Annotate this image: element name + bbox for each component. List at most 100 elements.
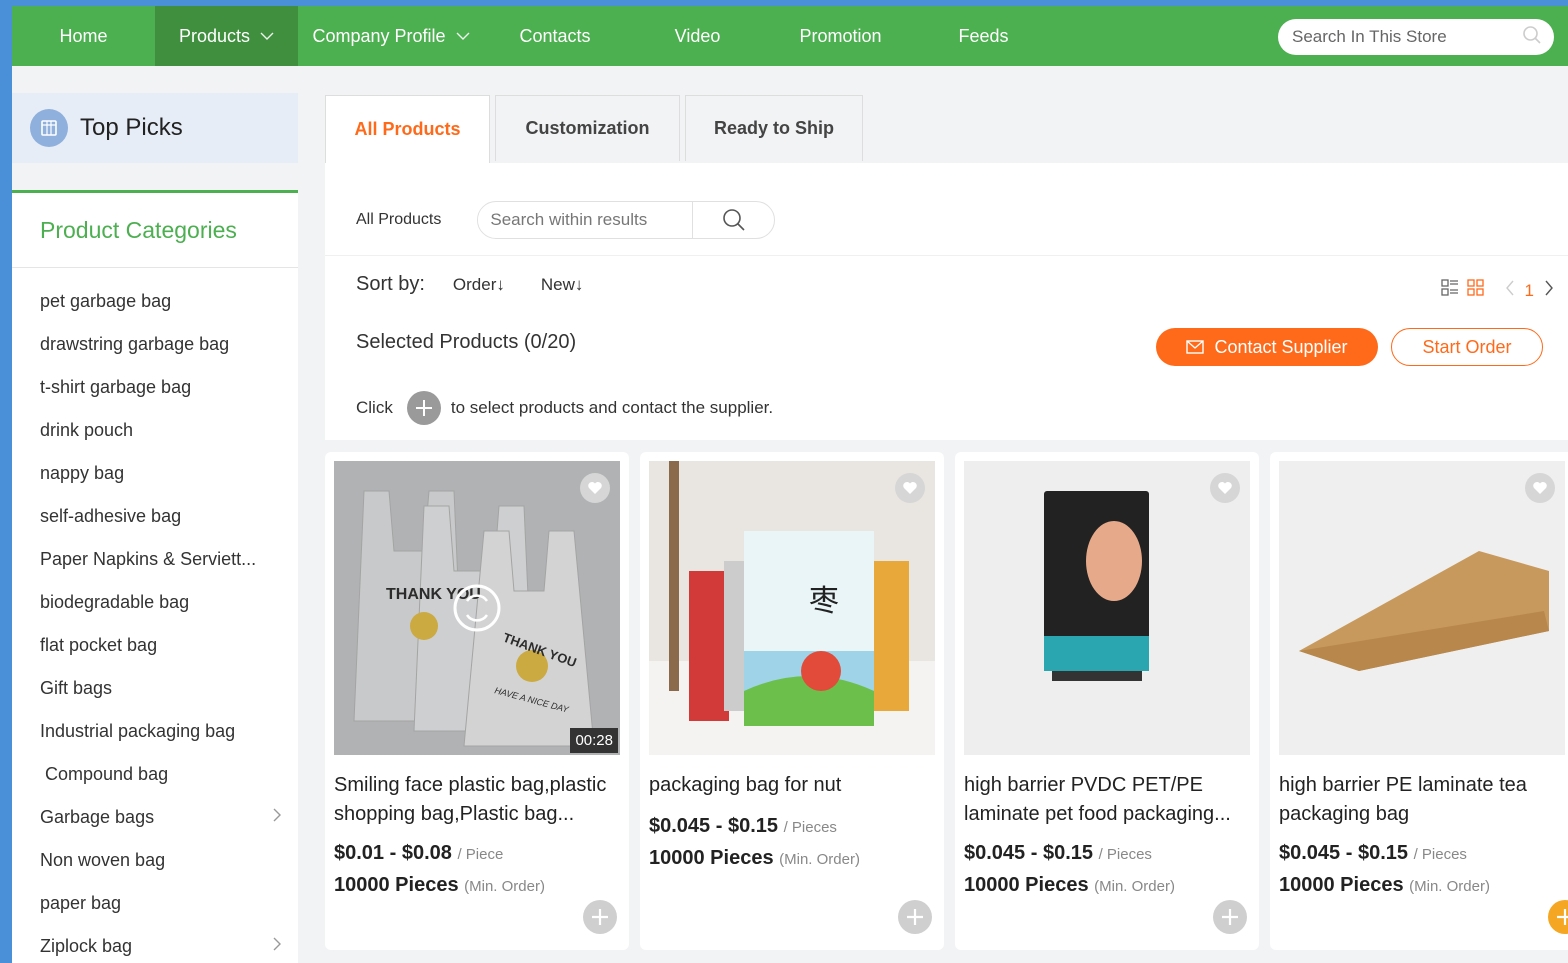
category-item[interactable]: Garbage bags [12, 796, 298, 839]
category-label: Garbage bags [40, 807, 155, 827]
sort-by-order[interactable]: Order↓ [453, 275, 505, 295]
start-order-button[interactable]: Start Order [1391, 328, 1543, 366]
nav-home-label: Home [59, 25, 108, 46]
selection-hint: Click to select products and contact the… [356, 391, 773, 425]
nav-video[interactable]: Video [626, 6, 769, 66]
category-item[interactable]: biodegradable bag [12, 581, 298, 624]
category-label: Ziplock bag [40, 936, 133, 956]
prev-page-icon[interactable] [1505, 279, 1515, 302]
heart-icon[interactable] [895, 473, 925, 503]
category-label: biodegradable bag [40, 592, 190, 612]
results-search-input[interactable] [478, 209, 693, 231]
nav-feeds[interactable]: Feeds [912, 6, 1055, 66]
tab-ready-to-ship[interactable]: Ready to Ship [685, 95, 863, 161]
category-item[interactable]: Compound bag [12, 753, 298, 796]
top-nav: Home Products Company Profile Contacts V… [12, 6, 1568, 66]
filter-scope-label: All Products [356, 211, 442, 228]
sort-by-new[interactable]: New↓ [541, 275, 584, 295]
tab-label: Customization [525, 118, 650, 138]
product-moq: 10000 Pieces (Min. Order) [964, 874, 1175, 897]
add-to-selection-button[interactable] [1548, 900, 1568, 934]
category-item[interactable]: Ziplock bag [12, 925, 298, 963]
nav-contacts[interactable]: Contacts [484, 6, 626, 66]
category-item[interactable]: drink pouch [12, 409, 298, 452]
product-card[interactable]: 枣 packaging bag for nut $0.045 - $0.15 /… [640, 452, 944, 950]
category-item[interactable]: Paper Napkins & Serviett... [12, 538, 298, 581]
search-icon[interactable] [1522, 25, 1542, 50]
product-price: $0.01 - $0.08 / Piece [334, 842, 503, 865]
product-image[interactable]: 枣 [649, 461, 935, 755]
list-view-icon[interactable] [1440, 279, 1459, 302]
grid-view-icon[interactable] [1466, 279, 1485, 302]
sort-label: Sort by: [356, 273, 425, 295]
category-label: t-shirt garbage bag [40, 377, 192, 397]
nav-contacts-label: Contacts [519, 25, 591, 46]
nav-products[interactable]: Products [155, 6, 298, 66]
moq-value: 10000 Pieces [334, 874, 459, 896]
product-categories-panel: Product Categories pet garbage bag draws… [12, 190, 298, 963]
price-range: $0.045 - $0.15 [649, 815, 778, 837]
price-range: $0.045 - $0.15 [964, 842, 1093, 864]
product-title[interactable]: Smiling face plastic bag,plastic shoppin… [334, 771, 624, 829]
top-picks-header[interactable]: Top Picks [12, 93, 298, 163]
category-item[interactable]: Non woven bag [12, 839, 298, 882]
chevron-right-icon[interactable] [272, 935, 282, 958]
start-order-label: Start Order [1422, 336, 1512, 357]
heart-icon[interactable] [580, 473, 610, 503]
nav-video-label: Video [674, 25, 721, 46]
nav-promotion[interactable]: Promotion [769, 6, 912, 66]
mail-icon [1186, 340, 1205, 354]
heart-icon[interactable] [1210, 473, 1240, 503]
moq-value: 10000 Pieces [1279, 874, 1404, 896]
product-card[interactable]: high barrier PVDC PET/PE laminate pet fo… [955, 452, 1259, 950]
product-title[interactable]: packaging bag for nut [649, 771, 939, 800]
product-price: $0.045 - $0.15 / Pieces [649, 815, 837, 838]
nav-company-profile[interactable]: Company Profile [298, 6, 484, 66]
search-icon[interactable] [692, 202, 774, 238]
hint-suffix: to select products and contact the suppl… [450, 398, 774, 417]
category-item[interactable]: flat pocket bag [12, 624, 298, 667]
category-label: self-adhesive bag [40, 506, 182, 526]
product-image[interactable] [1279, 461, 1565, 755]
heart-icon[interactable] [1525, 473, 1555, 503]
category-label: paper bag [40, 893, 122, 913]
moq-note: (Min. Order) [1094, 878, 1175, 895]
category-item[interactable]: Gift bags [12, 667, 298, 710]
chevron-down-icon [260, 29, 274, 43]
chevron-down-icon [456, 29, 470, 43]
product-image[interactable] [964, 461, 1250, 755]
tab-customization[interactable]: Customization [495, 95, 680, 161]
category-item[interactable]: drawstring garbage bag [12, 323, 298, 366]
contact-supplier-button[interactable]: Contact Supplier [1156, 328, 1378, 366]
product-image[interactable]: THANK YOU THANK YOU HAVE A NICE DAY 00:2… [334, 461, 620, 755]
category-label: Non woven bag [40, 850, 166, 870]
category-item[interactable]: pet garbage bag [12, 280, 298, 323]
add-to-selection-button[interactable] [898, 900, 932, 934]
add-to-selection-button[interactable] [583, 900, 617, 934]
category-item[interactable]: self-adhesive bag [12, 495, 298, 538]
nav-feeds-label: Feeds [958, 25, 1009, 46]
product-title[interactable]: high barrier PVDC PET/PE laminate pet fo… [964, 771, 1254, 829]
next-page-icon[interactable] [1544, 279, 1554, 302]
nav-home[interactable]: Home [12, 6, 155, 66]
store-search-input[interactable] [1290, 26, 1514, 48]
add-to-selection-button[interactable] [1213, 900, 1247, 934]
category-item[interactable]: Industrial packaging bag [12, 710, 298, 753]
current-page: 1 [1524, 280, 1534, 300]
chevron-right-icon[interactable] [272, 806, 282, 829]
category-item[interactable]: nappy bag [12, 452, 298, 495]
category-label: flat pocket bag [40, 635, 158, 655]
product-title[interactable]: high barrier PE laminate tea packaging b… [1279, 771, 1568, 829]
hint-prefix: Click [356, 398, 393, 417]
category-item[interactable]: paper bag [12, 882, 298, 925]
product-card[interactable]: THANK YOU THANK YOU HAVE A NICE DAY 00:2… [325, 452, 629, 950]
category-label: Compound bag [40, 764, 169, 784]
tab-all-products[interactable]: All Products [325, 95, 490, 163]
nav-products-label: Products [178, 25, 251, 46]
product-price: $0.045 - $0.15 / Pieces [1279, 842, 1467, 865]
plus-circle-icon [406, 391, 441, 425]
category-item[interactable]: t-shirt garbage bag [12, 366, 298, 409]
product-card[interactable]: high barrier PE laminate tea packaging b… [1270, 452, 1568, 950]
nav-company-profile-label: Company Profile [312, 25, 446, 46]
view-tools: 1 [1440, 279, 1554, 302]
